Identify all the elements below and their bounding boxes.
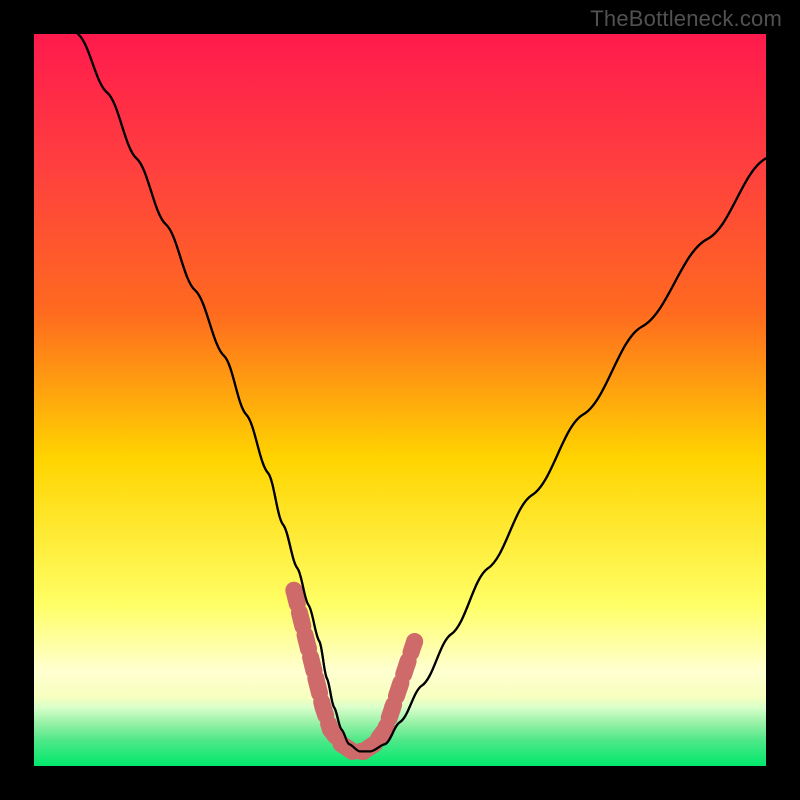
watermark-text: TheBottleneck.com [590, 6, 782, 32]
plot-area [34, 34, 766, 766]
chart-svg [34, 34, 766, 766]
chart-frame: TheBottleneck.com [0, 0, 800, 800]
